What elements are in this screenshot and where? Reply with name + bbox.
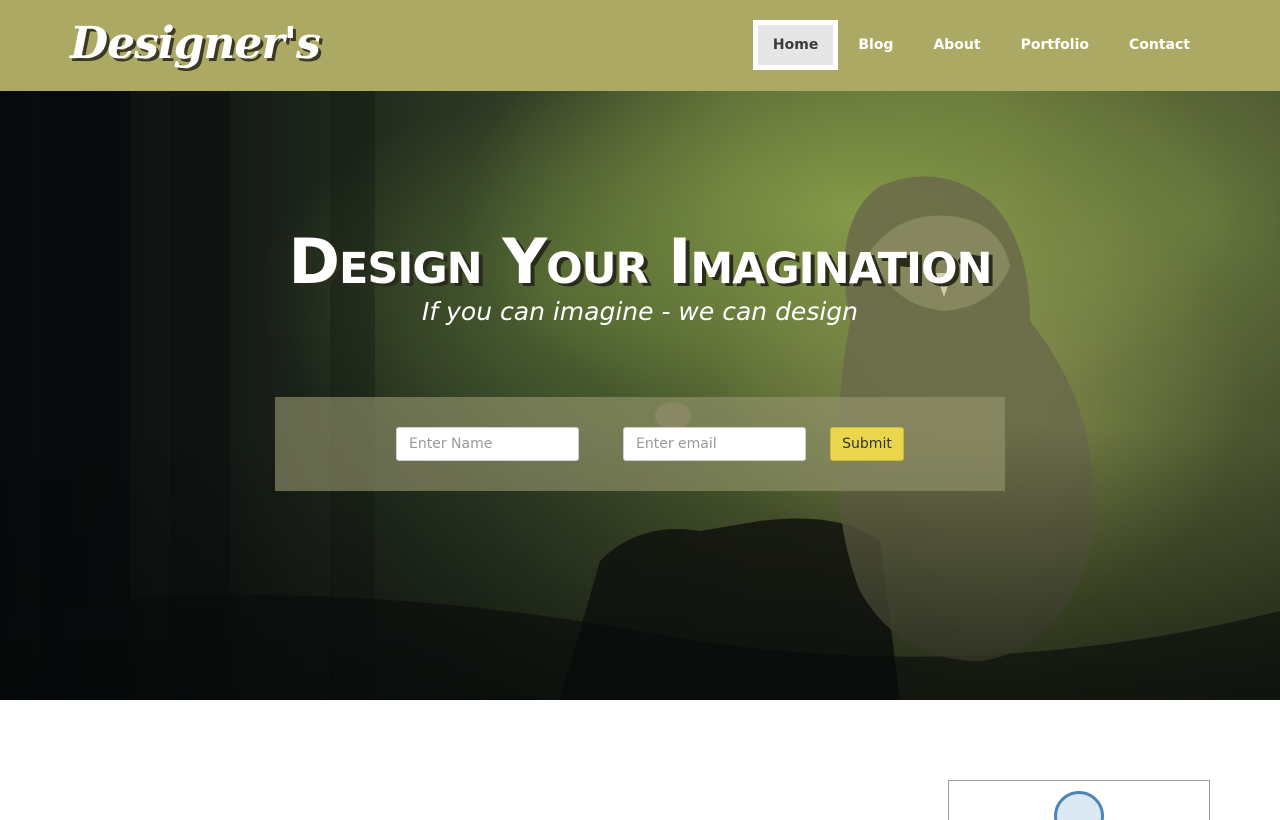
circle-logo-icon: [1054, 791, 1104, 820]
site-header: Designer's Home Blog About Portfolio Con…: [0, 0, 1280, 91]
submit-button[interactable]: Submit: [830, 427, 904, 461]
signup-form: Submit: [275, 397, 1005, 491]
hero-title: Design Your Imagination: [288, 225, 993, 298]
main-nav: Home Blog About Portfolio Contact: [752, 20, 1210, 70]
hero-subtitle: If you can imagine - we can design: [422, 297, 858, 326]
nav-item-contact[interactable]: Contact: [1109, 20, 1210, 70]
nav-item-home[interactable]: Home: [752, 20, 839, 70]
content-card: [948, 780, 1210, 820]
site-logo[interactable]: Designer's: [70, 14, 321, 74]
nav-item-label: Portfolio: [1020, 37, 1089, 53]
nav-item-label: Blog: [858, 37, 894, 53]
nav-item-blog[interactable]: Blog: [838, 20, 913, 70]
nav-item-label: About: [933, 37, 981, 53]
nav-item-portfolio[interactable]: Portfolio: [1001, 20, 1109, 70]
email-input[interactable]: [623, 427, 806, 461]
nav-item-about[interactable]: About: [913, 20, 1000, 70]
nav-item-label: Home: [757, 25, 834, 65]
name-input[interactable]: [396, 427, 579, 461]
nav-item-label: Contact: [1129, 37, 1190, 53]
hero-overlay: [0, 91, 1280, 700]
hero-banner: Design Your Imagination If you can imagi…: [0, 91, 1280, 700]
